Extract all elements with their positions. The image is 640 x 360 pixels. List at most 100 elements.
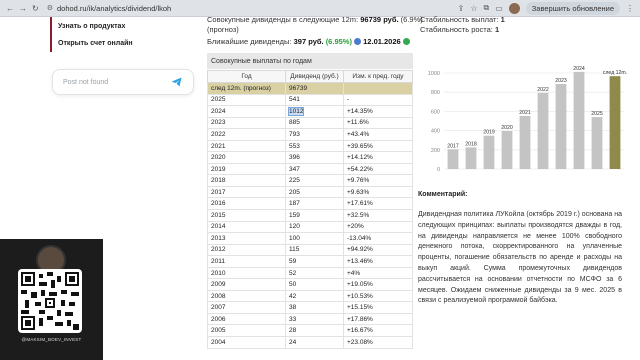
bar-2022[interactable] bbox=[537, 92, 549, 169]
col-year-header[interactable]: Год bbox=[207, 70, 286, 83]
next-12m-value: 96739 руб. bbox=[360, 15, 399, 24]
site-info-icon[interactable]: ⚙ bbox=[47, 4, 53, 12]
bookmark-star-icon[interactable]: ☆ bbox=[470, 4, 477, 13]
bar-category-label: 2020 bbox=[501, 125, 513, 131]
address-bar[interactable]: ⚙ dohod.ru/ik/analytics/dividend/lkoh bbox=[47, 4, 172, 13]
telegram-widget[interactable]: Post not found bbox=[52, 69, 194, 95]
qr-code-card: @MAKSIM_BOEV_INVEST bbox=[0, 239, 103, 360]
update-button[interactable]: Завершить обновление bbox=[525, 1, 620, 15]
dividend-cell: 396 bbox=[285, 151, 344, 164]
change-cell: +14.35% bbox=[343, 105, 413, 118]
url-text[interactable]: dohod.ru/ik/analytics/dividend/lkoh bbox=[57, 4, 171, 13]
comment-title: Комментарий: bbox=[418, 191, 468, 198]
menu-item-open-account[interactable]: Открыть счет онлайн bbox=[50, 34, 198, 52]
year-cell: след 12m. (прогноз) bbox=[207, 82, 286, 95]
dividend-cell: 553 bbox=[285, 140, 344, 153]
bar-2024[interactable] bbox=[573, 71, 585, 169]
col-dividend-header[interactable]: Дивиденд (руб.) bbox=[285, 70, 344, 83]
year-cell: 2012 bbox=[207, 244, 286, 257]
bar-category-label: 2019 bbox=[483, 130, 495, 136]
change-cell: +15.15% bbox=[343, 301, 413, 314]
year-cell: 2023 bbox=[207, 117, 286, 130]
bar-2017[interactable] bbox=[447, 149, 459, 169]
bar-2018[interactable] bbox=[465, 147, 477, 169]
y-tick-label: 400 bbox=[431, 129, 440, 135]
change-cell: +13.46% bbox=[343, 255, 413, 268]
y-tick-label: 200 bbox=[431, 148, 440, 154]
dividend-bar-chart: 0 200 400 600 800 1000 2017 2018 2019 2020 2021 202… bbox=[428, 66, 627, 173]
table-row: 2023 885 +11.6% bbox=[207, 117, 413, 130]
table-row: 2010 52 +4% bbox=[207, 267, 413, 280]
change-cell: +9.76% bbox=[343, 174, 413, 187]
table-row: 2017 205 +9.63% bbox=[207, 186, 413, 199]
nearest-pct: (6.95%) bbox=[325, 37, 352, 46]
table-row: 2012 115 +94.92% bbox=[207, 244, 413, 257]
year-cell: 2016 bbox=[207, 197, 286, 210]
bar-category-label: 2022 bbox=[537, 87, 549, 93]
table-row: 2009 50 +19.05% bbox=[207, 278, 413, 291]
payout-stability: Стабильность выплат: 1 bbox=[420, 15, 505, 24]
table-row: 2005 28 +16.67% bbox=[207, 324, 413, 338]
bar-2020[interactable] bbox=[501, 130, 513, 169]
nearest-value: 397 руб. bbox=[293, 37, 324, 46]
bar-2021[interactable] bbox=[519, 115, 531, 169]
change-cell: +16.67% bbox=[343, 324, 413, 338]
col-change-header[interactable]: Изм. к пред. году bbox=[343, 70, 413, 83]
year-cell: 2019 bbox=[207, 163, 286, 176]
y-tick-label: 0 bbox=[437, 167, 440, 173]
menu-item-products[interactable]: Узнать о продуктах bbox=[50, 17, 198, 35]
dividend-cell: 59 bbox=[285, 255, 344, 268]
forecast-note: (прогноз) bbox=[207, 25, 239, 34]
dividend-cell: 24 bbox=[285, 336, 344, 349]
year-cell: 2020 bbox=[207, 151, 286, 164]
selected-value[interactable]: 1012 bbox=[287, 106, 305, 116]
change-cell: +39.65% bbox=[343, 140, 413, 153]
table-row: 2018 225 +9.76% bbox=[207, 174, 413, 187]
bar-category-label: след 12m. bbox=[603, 70, 627, 76]
sidebar-toggle-icon[interactable]: ▭ bbox=[495, 4, 503, 13]
bar-2023[interactable] bbox=[555, 84, 567, 169]
back-icon[interactable]: ← bbox=[6, 4, 14, 13]
bar-category-label: 2024 bbox=[573, 66, 585, 72]
change-cell: +20% bbox=[343, 221, 413, 234]
bar-2025[interactable] bbox=[591, 117, 603, 169]
y-tick-label: 600 bbox=[431, 109, 440, 115]
dividend-cell: 28 bbox=[285, 324, 344, 338]
info-icon[interactable] bbox=[354, 38, 362, 45]
bar-след 12m.[interactable] bbox=[609, 76, 621, 169]
change-cell: +43.4% bbox=[343, 128, 413, 141]
telegram-icon bbox=[172, 77, 182, 87]
change-cell: +23.08% bbox=[343, 336, 413, 349]
reload-icon[interactable]: ↻ bbox=[32, 4, 39, 13]
dividend-cell: 225 bbox=[285, 174, 344, 187]
dividend-cell: 885 bbox=[285, 117, 344, 130]
growth-stability: Стабильность роста: 1 bbox=[420, 25, 499, 34]
table-row: 2007 38 +15.15% bbox=[207, 301, 413, 314]
year-cell: 2011 bbox=[207, 255, 286, 268]
year-cell: 2007 bbox=[207, 301, 286, 314]
bar-category-label: 2018 bbox=[465, 141, 477, 147]
change-cell: +14.12% bbox=[343, 151, 413, 164]
table-row: 2015 159 +32.5% bbox=[207, 209, 413, 222]
qr-code-icon bbox=[21, 272, 79, 330]
bar-category-label: 2017 bbox=[447, 143, 459, 149]
main-content: Совокупные дивиденды в следующие 12m: 96… bbox=[205, 15, 423, 360]
change-cell: +4% bbox=[343, 267, 413, 280]
profile-avatar[interactable] bbox=[508, 2, 520, 14]
forward-icon[interactable]: → bbox=[19, 4, 27, 13]
extensions-icon[interactable]: ⧉ bbox=[484, 3, 490, 13]
bar-2019[interactable] bbox=[483, 135, 495, 169]
dividend-cell: 159 bbox=[285, 209, 344, 222]
dividend-cell: 96739 bbox=[285, 82, 344, 95]
table-row: 2019 347 +54.22% bbox=[207, 163, 413, 176]
share-icon[interactable]: ⇪ bbox=[458, 4, 465, 13]
table-row: 2020 396 +14.12% bbox=[207, 151, 413, 164]
table-row: 2016 187 +17.61% bbox=[207, 197, 413, 210]
year-cell: 2015 bbox=[207, 209, 286, 222]
dividend-cell: 205 bbox=[285, 186, 344, 199]
table-row: 2024 1012 +14.35% bbox=[207, 105, 413, 118]
change-cell: - bbox=[343, 94, 413, 107]
year-cell: 2022 bbox=[207, 128, 286, 141]
payouts-table: Год Дивиденд (руб.) Изм. к пред. году сл… bbox=[207, 70, 413, 349]
more-menu-icon[interactable]: ⋮ bbox=[626, 4, 634, 13]
